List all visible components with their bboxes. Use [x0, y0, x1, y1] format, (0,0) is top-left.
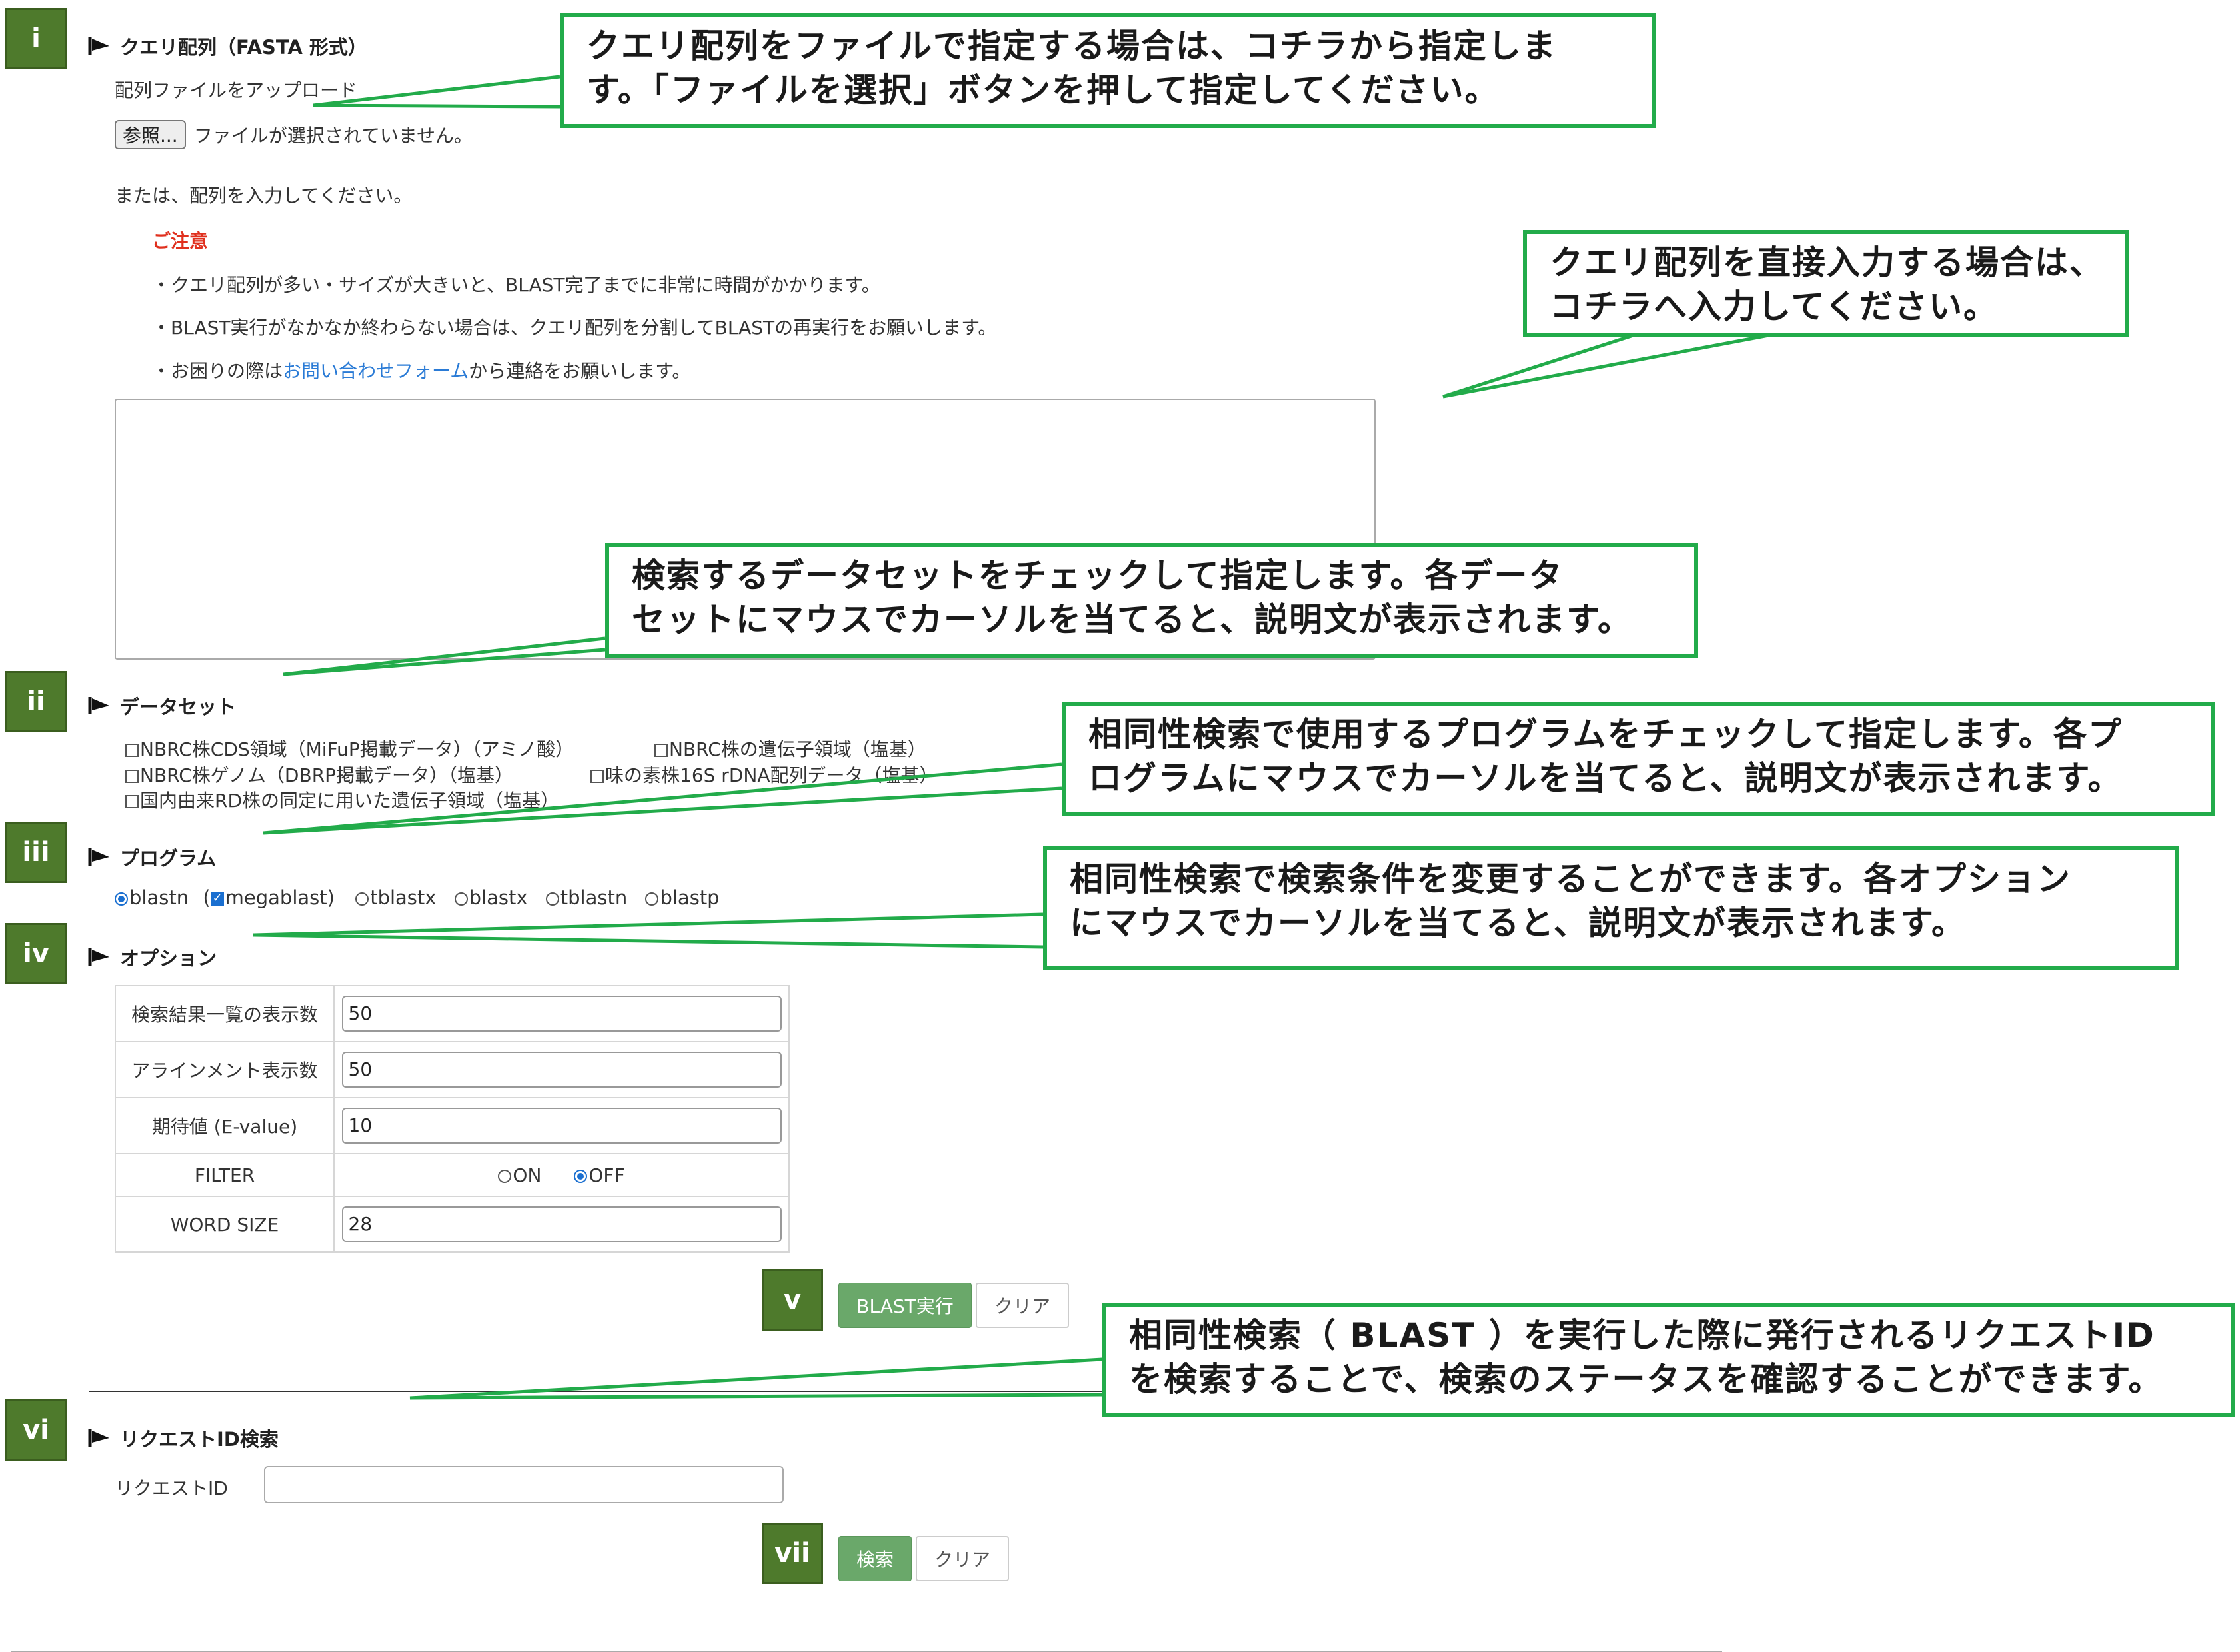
callout-line: す。「ファイルを選択」ボタンを押して指定してください。 — [586, 71, 1500, 109]
pointer-1 — [313, 75, 560, 109]
callout-direct-input: クエリ配列を直接入力する場合は、 コチラへ入力してください。 — [1523, 230, 2129, 337]
callout-file-upload: クエリ配列をファイルで指定する場合は、コチラから指定しま す。「ファイルを選択」… — [560, 13, 1656, 128]
callout-line: 相同性検索で使用するプログラムをチェックして指定します。各プ — [1088, 715, 2123, 754]
callout-line: 相同性検索で検索条件を変更することができます。各オプション — [1070, 860, 2071, 898]
callout-program: 相同性検索で使用するプログラムをチェックして指定します。各プ ログラムにマウスで… — [1062, 702, 2215, 816]
pointer-3 — [283, 636, 606, 676]
callout-line: ログラムにマウスでカーソルを当てると、説明文が表示されます。 — [1088, 759, 2123, 798]
callout-line: クエリ配列をファイルで指定する場合は、コチラから指定しま — [586, 27, 1557, 65]
pointer-6 — [409, 1357, 1103, 1400]
callout-options: 相同性検索で検索条件を変更することができます。各オプション にマウスでカーソルを… — [1043, 846, 2179, 970]
callout-line: コチラへ入力してください。 — [1550, 287, 1998, 326]
pointer-5 — [253, 912, 1044, 949]
pointer-2 — [1442, 331, 1780, 399]
callout-line: クエリ配列を直接入力する場合は、 — [1550, 243, 2104, 282]
pointer-4 — [263, 762, 1062, 835]
callout-request-id: 相同性検索（ BLAST ）を実行した際に発行されるリクエストID を検索するこ… — [1102, 1303, 2235, 1417]
callout-dataset: 検索するデータセットをチェックして指定します。各データ セットにマウスでカーソル… — [605, 543, 1698, 658]
callout-line: 相同性検索（ BLAST ）を実行した際に発行されるリクエストID — [1129, 1316, 2155, 1355]
callout-line: 検索するデータセットをチェックして指定します。各データ — [632, 556, 1564, 595]
callout-line: セットにマウスでカーソルを当てると、説明文が表示されます。 — [632, 600, 1632, 639]
callout-line: にマウスでカーソルを当てると、説明文が表示されます。 — [1070, 904, 1966, 942]
callout-line: を検索することで、検索のステータスを確認することができます。 — [1129, 1360, 2163, 1399]
